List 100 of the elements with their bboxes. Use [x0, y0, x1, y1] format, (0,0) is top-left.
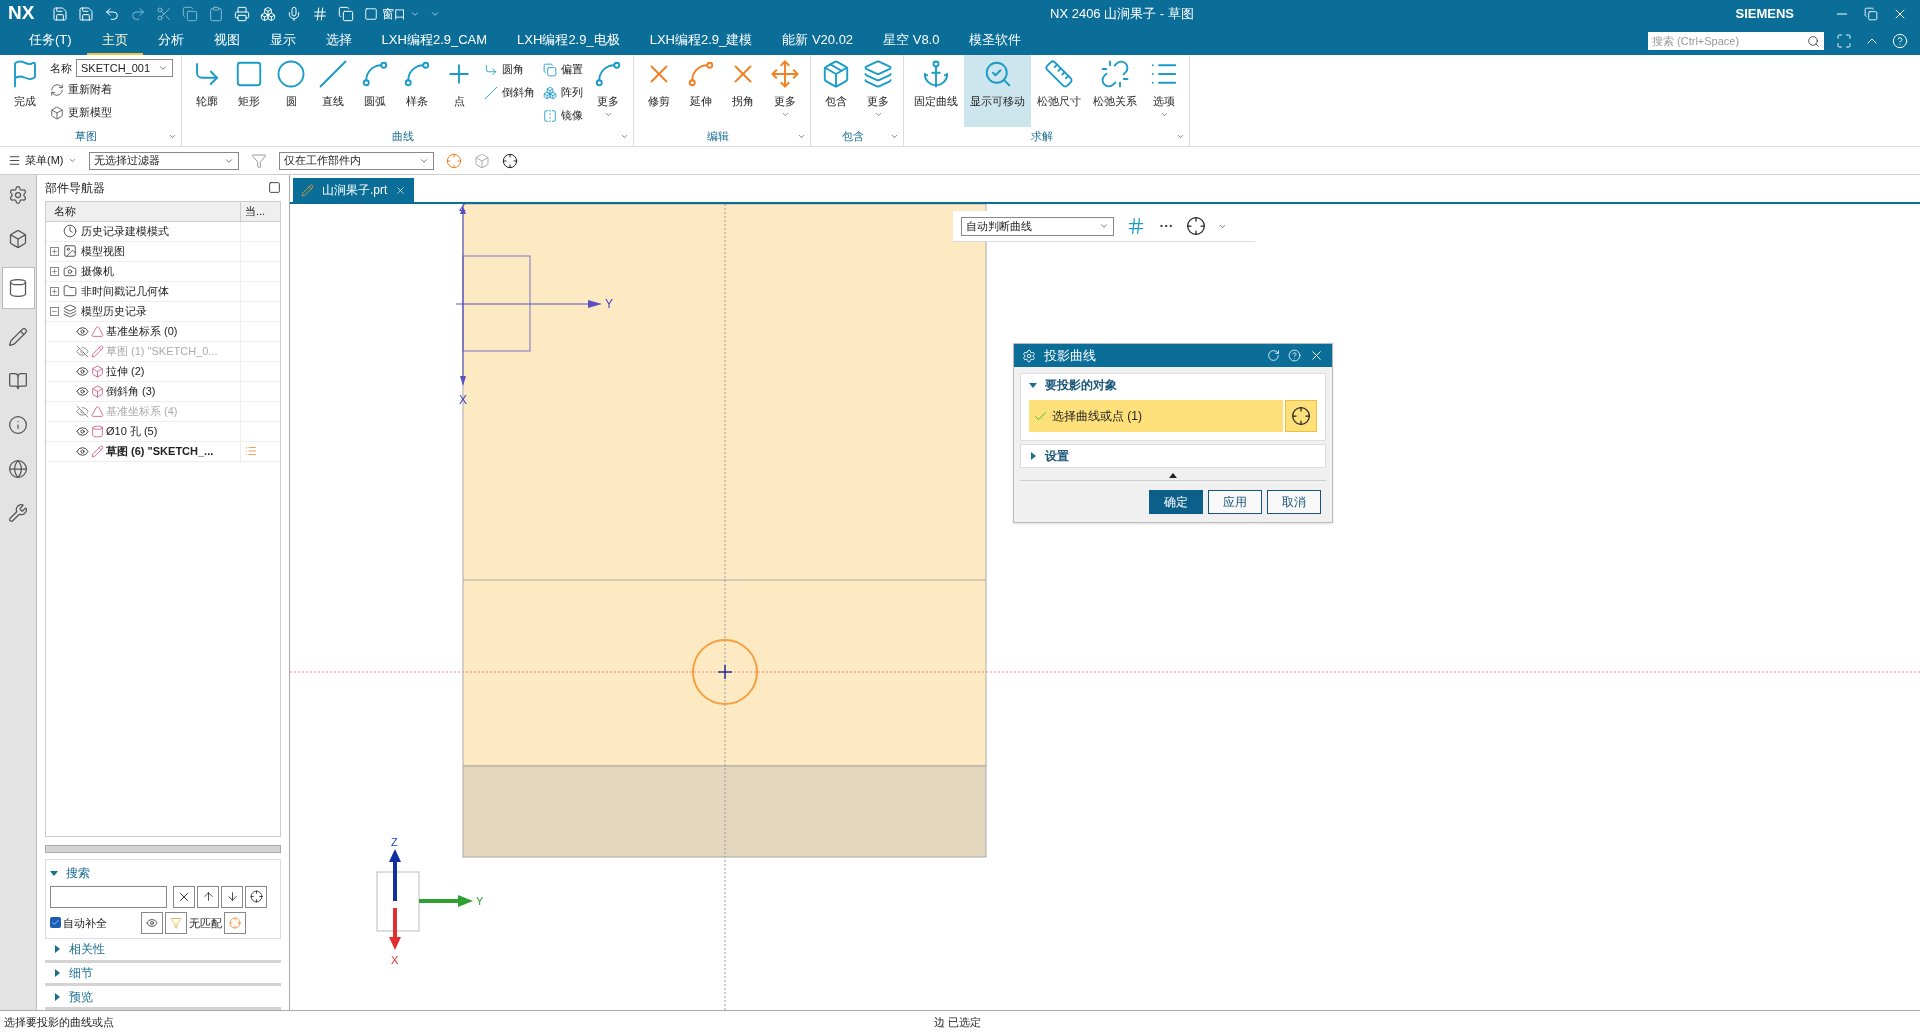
ribbon-button[interactable]: 直线 [312, 55, 354, 127]
ribbon-button[interactable]: 固定曲线 [908, 55, 964, 127]
tree-item[interactable]: 模型历史记录 [81, 302, 147, 320]
filter-dropdown[interactable]: 无选择过滤器 [88, 151, 239, 170]
fullscreen-icon[interactable] [1836, 33, 1852, 49]
document-tab[interactable]: 山涧果子.prt [293, 178, 415, 202]
filter-icon[interactable] [250, 152, 267, 169]
caret-icon[interactable] [53, 945, 61, 954]
dialog-button[interactable]: 应用 [1208, 490, 1262, 514]
checkbox[interactable] [50, 917, 61, 929]
section-header[interactable]: 相关性 [45, 938, 281, 963]
ribbon-tab[interactable]: LXH编程2.9_建模 [634, 27, 768, 55]
ribbon-button[interactable]: 延伸 [680, 55, 722, 127]
expand-toggle[interactable] [50, 266, 59, 276]
name-dropdown[interactable]: SKETCH_001 [76, 59, 173, 77]
caret-icon[interactable] [53, 992, 61, 1001]
ribbon-button[interactable]: 完成 [4, 55, 46, 127]
expand-toggle[interactable] [50, 286, 59, 296]
window-menu[interactable]: 窗口 [364, 4, 421, 23]
panel-splitter[interactable] [45, 844, 281, 853]
ribbon-button[interactable]: 松弛尺寸 [1031, 55, 1087, 127]
eye-icon[interactable] [76, 384, 89, 398]
tree-item[interactable]: 模型视图 [81, 242, 125, 260]
restore-icon[interactable] [1864, 6, 1878, 21]
ribbon-button[interactable]: 松弛关系 [1087, 55, 1143, 127]
ribbon-button[interactable]: 矩形 [228, 55, 270, 127]
previous-button[interactable] [197, 885, 219, 908]
ribbon-tab[interactable]: 任务(T) [14, 27, 87, 55]
ribbon-button[interactable]: 圆弧 [354, 55, 396, 127]
caret-icon[interactable] [50, 868, 58, 877]
ribbon-tab[interactable]: 选择 [310, 27, 367, 55]
expand-toggle[interactable] [50, 306, 59, 316]
section-header[interactable]: 搜索 [50, 863, 90, 882]
menu-button[interactable]: 菜单(M) [8, 152, 77, 169]
ribbon-tab[interactable]: 能新 V20.02 [767, 27, 869, 55]
eye-icon[interactable] [76, 324, 89, 338]
snap-point-icon[interactable] [1186, 216, 1206, 236]
tree-item[interactable]: 拉伸 (2) [106, 362, 145, 380]
ribbon-small-button[interactable]: 倒斜角 [484, 82, 535, 103]
hidden-eye-icon[interactable] [76, 344, 89, 358]
ribbon-button[interactable]: 点 [438, 55, 480, 127]
ribbon-button[interactable]: 拐角 [722, 55, 764, 127]
reset-icon[interactable] [1267, 349, 1280, 362]
search-field[interactable]: 搜索 (Ctrl+Space) [1648, 32, 1824, 50]
ribbon-button[interactable]: 轮廓 [186, 55, 228, 127]
help-icon[interactable] [1288, 349, 1301, 362]
undo-icon[interactable] [104, 5, 121, 22]
expand-toggle[interactable] [50, 246, 59, 256]
tree-item[interactable]: 历史记录建模模式 [81, 222, 169, 240]
eye-icon[interactable] [76, 364, 89, 378]
save-all-icon[interactable] [78, 5, 95, 22]
group-header[interactable]: 设置 [1021, 445, 1077, 467]
ribbon-small-button[interactable]: 重新附着 [50, 79, 173, 100]
tree-item[interactable]: 倒斜角 (3) [106, 382, 156, 400]
graphics-viewport[interactable]: Z Y X Z Y X 自动判断曲线 投影曲线 要投影的对象 选择曲线或点 (1) 设置 确定 应用 取消 [290, 204, 1920, 1010]
hidden-eye-icon[interactable] [76, 404, 89, 418]
ribbon-small-button[interactable]: 阵列 [543, 82, 583, 103]
ribbon-button[interactable]: 修剪 [638, 55, 680, 127]
save-icon[interactable] [52, 5, 69, 22]
windows-icon[interactable] [338, 5, 355, 22]
group-header[interactable]: 要投影的对象 [1021, 374, 1125, 396]
ribbon-tab[interactable]: 分析 [142, 27, 199, 55]
ribbon-button[interactable]: 更多 [764, 55, 806, 127]
ribbon-button[interactable]: 选项 [1143, 55, 1185, 127]
ribbon-small-button[interactable]: 偏置 [543, 59, 583, 80]
ribbon-button[interactable]: 更多 [587, 55, 629, 127]
tree-item[interactable]: 非时间戳记几何体 [81, 282, 169, 300]
target-button[interactable] [224, 911, 246, 934]
ribbon-tab[interactable]: LXH编程2.9_CAM [366, 27, 503, 55]
locate-button[interactable] [245, 885, 267, 908]
section-header[interactable]: 细节 [45, 962, 281, 987]
ribbon-tab[interactable]: 模圣软件 [954, 27, 1037, 55]
view-button[interactable] [141, 911, 163, 934]
tree-item[interactable]: 草图 (6) "SKETCH_... [106, 442, 214, 460]
tree-item[interactable]: Ø10 孔 (5) [106, 422, 158, 440]
select-object-button[interactable] [1285, 400, 1317, 432]
next-button[interactable] [221, 885, 243, 908]
ribbon-button[interactable]: 包含 [815, 55, 857, 127]
ribbon-button[interactable]: 显示可移动 [964, 55, 1031, 127]
ribbon-button[interactable]: 样条 [396, 55, 438, 127]
selection-row[interactable]: 选择曲线或点 (1) [1029, 400, 1283, 432]
caret-icon[interactable] [1029, 452, 1037, 460]
settings-icon[interactable] [1022, 348, 1036, 363]
caret-icon[interactable] [53, 968, 61, 977]
ribbon-tab[interactable]: LXH编程2.9_电极 [502, 27, 635, 55]
ribbon-small-button[interactable]: 镜像 [543, 105, 583, 126]
dialog-button[interactable]: 确定 [1149, 490, 1203, 514]
search-input[interactable] [50, 885, 167, 908]
close-icon[interactable] [1309, 348, 1324, 363]
help-icon[interactable] [1892, 33, 1908, 49]
ribbon-small-button[interactable]: 更新模型 [50, 102, 173, 123]
scope-dropdown[interactable]: 仅在工作部件内 [278, 151, 434, 170]
ribbon-small-button[interactable]: 圆角 [484, 59, 535, 80]
print-icon[interactable] [234, 5, 251, 22]
snap-icon[interactable] [445, 152, 462, 169]
eye-icon[interactable] [76, 424, 89, 438]
eye-icon[interactable] [76, 444, 89, 458]
ribbon-tab[interactable]: 星空 V8.0 [868, 27, 955, 55]
ribbon-button[interactable]: 圆 [270, 55, 312, 127]
ribbon-tab[interactable]: 显示 [254, 27, 311, 55]
